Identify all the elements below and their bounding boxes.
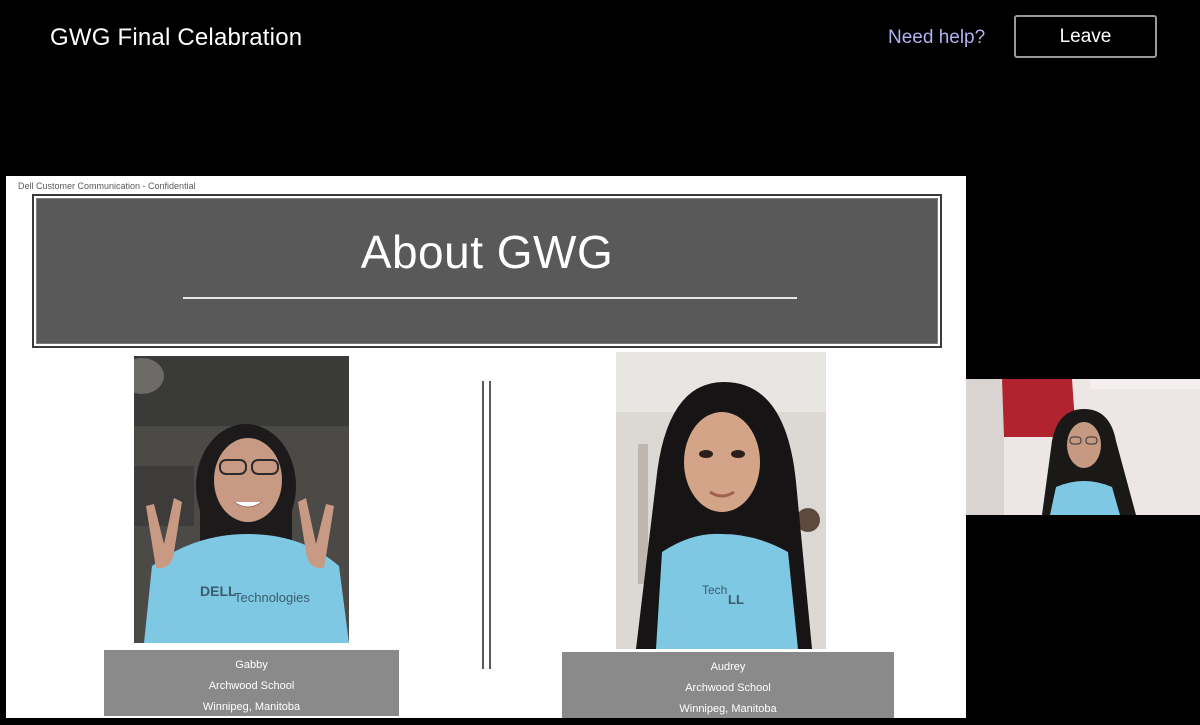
- slide-title: About GWG: [360, 226, 614, 278]
- svg-text:Technologies: Technologies: [234, 590, 310, 605]
- slide-divider: [482, 381, 491, 669]
- person-name: Gabby: [235, 659, 268, 671]
- confidential-note: Dell Customer Communication - Confidenti…: [18, 181, 196, 191]
- svg-text:DELL: DELL: [200, 583, 237, 599]
- need-help-link[interactable]: Need help?: [888, 27, 985, 49]
- portrait-photo-left: DELL Technologies: [134, 356, 349, 643]
- title-underline: [183, 297, 797, 299]
- shared-slide: Dell Customer Communication - Confidenti…: [6, 176, 966, 718]
- person-location: Winnipeg, Manitoba: [202, 701, 301, 713]
- slide-title-box: About GWG: [32, 194, 942, 348]
- person-school: Archwood School: [685, 682, 771, 694]
- self-video-tile[interactable]: [966, 379, 1200, 515]
- caption-left: Gabby Archwood School Winnipeg, Manitoba: [104, 650, 399, 716]
- svg-text:LL: LL: [728, 592, 744, 607]
- person-school: Archwood School: [208, 680, 295, 692]
- meeting-title: GWG Final Celabration: [50, 24, 303, 51]
- meeting-window: GWG Final Celabration Need help? Leave D…: [0, 0, 1200, 725]
- svg-text:Tech: Tech: [702, 583, 727, 597]
- leave-button[interactable]: Leave: [1014, 15, 1157, 58]
- person-name: Audrey: [710, 661, 746, 673]
- portrait-photo-right: LL Tech: [616, 352, 826, 649]
- person-location: Winnipeg, Manitoba: [679, 703, 777, 715]
- caption-right: Audrey Archwood School Winnipeg, Manitob…: [562, 652, 894, 718]
